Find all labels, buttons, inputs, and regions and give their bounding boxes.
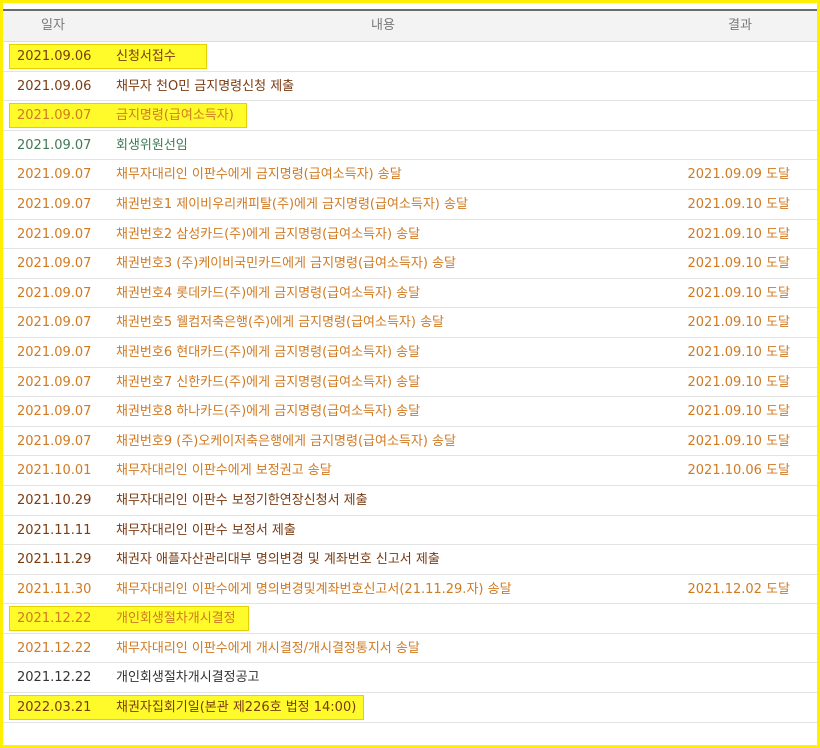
- row-content: 채권번호1 제이비우리캐피탈(주)에게 금지명령(급여소득자) 송달: [116, 196, 468, 212]
- table-row: 2021.09.07 채권번호1 제이비우리캐피탈(주)에게 금지명령(급여소득자…: [3, 190, 817, 220]
- row-result: 2021.09.10 도달: [687, 285, 791, 301]
- row-content: 채무자대리인 이판수에게 명의변경및계좌번호신고서(21.11.29.자) 송달: [116, 581, 512, 597]
- row-content: 개인회생절차개시결정: [116, 611, 236, 627]
- table-row: 2021.11.29 채권자 애플자산관리대부 명의변경 및 계좌번호 신고서 제…: [3, 545, 817, 575]
- header-result: 결과: [728, 18, 752, 33]
- row-content: 채무자 천O민 금지명령신청 제출: [116, 78, 295, 94]
- row-date: 2021.10.29: [17, 492, 92, 508]
- table-row: 2021.11.11 채무자대리인 이판수 보정서 제출: [3, 516, 817, 546]
- row-content: 채무자대리인 이판수에게 보정권고 송달: [116, 463, 332, 479]
- row-date: 2021.09.06: [17, 49, 92, 64]
- row-content: 채권번호2 삼성카드(주)에게 금지명령(급여소득자) 송달: [116, 226, 421, 242]
- table-row: 2021.09.07 채무자대리인 이판수에게 금지명령(급여소득자) 송달 202…: [3, 160, 817, 190]
- row-date: 2021.09.07: [17, 285, 92, 301]
- row-date: 2021.11.29: [17, 552, 92, 568]
- row-date: 2021.09.07: [17, 374, 92, 390]
- row-content: 채무자대리인 이판수 보정서 제출: [116, 522, 296, 538]
- case-history-panel: 일자 내용 결과 2021.09.06 신청서접수 2021.09.06 채무자 천O…: [3, 3, 817, 745]
- row-date: 2021.12.22: [17, 640, 92, 656]
- row-date: 2021.11.30: [17, 581, 92, 597]
- row-result: 2021.09.10 도달: [687, 404, 791, 420]
- row-result: 2021.09.10 도달: [687, 315, 791, 331]
- table-row: 2021.09.07 채권번호2 삼성카드(주)에게 금지명령(급여소득자) 송달…: [3, 220, 817, 250]
- table-row: 2021.12.22 개인회생절차개시결정: [3, 604, 817, 634]
- table-row: 2021.09.07 채권번호9 (주)오케이저축은행에게 금지명령(급여소득자)…: [3, 427, 817, 457]
- table-row: 2021.09.06 채무자 천O민 금지명령신청 제출: [3, 72, 817, 102]
- table-row: 2021.11.30 채무자대리인 이판수에게 명의변경및계좌번호신고서(21.1…: [3, 575, 817, 605]
- table-row: 2021.12.22 개인회생절차개시결정공고: [3, 663, 817, 694]
- row-content: 개인회생절차개시결정공고: [116, 670, 260, 686]
- row-content: 채권번호9 (주)오케이저축은행에게 금지명령(급여소득자) 송달: [116, 433, 456, 449]
- row-result: 2021.09.09 도달: [687, 167, 791, 183]
- row-content: 채권번호7 신한카드(주)에게 금지명령(급여소득자) 송달: [116, 374, 421, 390]
- row-date: 2021.09.07: [17, 315, 92, 331]
- table-row: 2021.10.01 채무자대리인 이판수에게 보정권고 송달 2021.10.06…: [3, 456, 817, 486]
- row-result: 2021.09.10 도달: [687, 433, 791, 449]
- row-date: 2021.11.11: [17, 522, 92, 538]
- header-date: 일자: [41, 18, 65, 33]
- table-row: 2021.09.07 채권번호5 웰컴저축은행(주)에게 금지명령(급여소득자) …: [3, 308, 817, 338]
- row-date: 2021.12.22: [17, 670, 92, 686]
- table-row: 2021.09.07 채권번호3 (주)케이비국민카드에게 금지명령(급여소득자)…: [3, 249, 817, 279]
- row-content: 채무자대리인 이판수에게 개시결정/개시결정통지서 송달: [116, 640, 420, 656]
- table-row: 2021.09.07 채권번호8 하나카드(주)에게 금지명령(급여소득자) 송달…: [3, 397, 817, 427]
- row-date: 2021.09.07: [17, 226, 92, 242]
- row-date: 2021.09.07: [17, 196, 92, 212]
- row-content: 채무자대리인 이판수에게 금지명령(급여소득자) 송달: [116, 167, 402, 183]
- row-date: 2021.09.07: [17, 167, 92, 183]
- row-date: 2021.12.22: [17, 611, 92, 627]
- table-row: 2022.03.21 채권자집회기일(본관 제226호 법정 14:00): [3, 693, 817, 723]
- row-date: 2021.09.07: [17, 433, 92, 449]
- header-content: 내용: [371, 18, 395, 33]
- row-content: 채무자대리인 이판수 보정기한연장신청서 제출: [116, 492, 368, 508]
- row-result: 2021.09.10 도달: [687, 226, 791, 242]
- row-date: 2022.03.21: [17, 700, 92, 716]
- row-date: 2021.10.01: [17, 463, 92, 479]
- row-result: 2021.09.10 도달: [687, 196, 791, 212]
- row-date: 2021.09.06: [17, 78, 92, 94]
- table-row: 2021.10.29 채무자대리인 이판수 보정기한연장신청서 제출: [3, 486, 817, 516]
- row-content: 채권번호8 하나카드(주)에게 금지명령(급여소득자) 송달: [116, 404, 421, 420]
- row-date: 2021.09.07: [17, 137, 92, 153]
- row-result: 2021.09.10 도달: [687, 344, 791, 360]
- row-content: 채권자 애플자산관리대부 명의변경 및 계좌번호 신고서 제출: [116, 552, 440, 568]
- table-row: 2021.09.07 채권번호6 현대카드(주)에게 금지명령(급여소득자) 송달…: [3, 338, 817, 368]
- table-row: 2021.09.06 신청서접수: [3, 42, 817, 72]
- row-result: 2021.12.02 도달: [687, 581, 791, 597]
- row-content: 금지명령(급여소득자): [116, 108, 234, 124]
- row-content: 신청서접수: [116, 49, 176, 64]
- row-content: 회생위원선임: [116, 137, 188, 153]
- row-content: 채권자집회기일(본관 제226호 법정 14:00): [116, 700, 357, 716]
- row-content: 채권번호6 현대카드(주)에게 금지명령(급여소득자) 송달: [116, 344, 421, 360]
- table-row: 2021.09.07 금지명령(급여소득자): [3, 101, 817, 131]
- row-result: 2021.09.10 도달: [687, 256, 791, 272]
- row-content: 채권번호3 (주)케이비국민카드에게 금지명령(급여소득자) 송달: [116, 256, 456, 272]
- row-content: 채권번호4 롯데카드(주)에게 금지명령(급여소득자) 송달: [116, 285, 421, 301]
- row-result: 2021.09.10 도달: [687, 374, 791, 390]
- table-row: 2021.09.07 채권번호7 신한카드(주)에게 금지명령(급여소득자) 송달…: [3, 368, 817, 398]
- table-row: 2021.09.07 회생위원선임: [3, 131, 817, 161]
- row-date: 2021.09.07: [17, 404, 92, 420]
- row-content: 채권번호5 웰컴저축은행(주)에게 금지명령(급여소득자) 송달: [116, 315, 444, 331]
- table-row: 2021.09.07 채권번호4 롯데카드(주)에게 금지명령(급여소득자) 송달…: [3, 279, 817, 309]
- row-date: 2021.09.07: [17, 344, 92, 360]
- table-row: 2021.12.22 채무자대리인 이판수에게 개시결정/개시결정통지서 송달: [3, 634, 817, 664]
- table-header: 일자 내용 결과: [3, 11, 817, 42]
- row-result: 2021.10.06 도달: [687, 463, 791, 479]
- row-date: 2021.09.07: [17, 108, 92, 124]
- table-body: 2021.09.06 신청서접수 2021.09.06 채무자 천O민 금지명령신청 …: [3, 42, 817, 723]
- row-date: 2021.09.07: [17, 256, 92, 272]
